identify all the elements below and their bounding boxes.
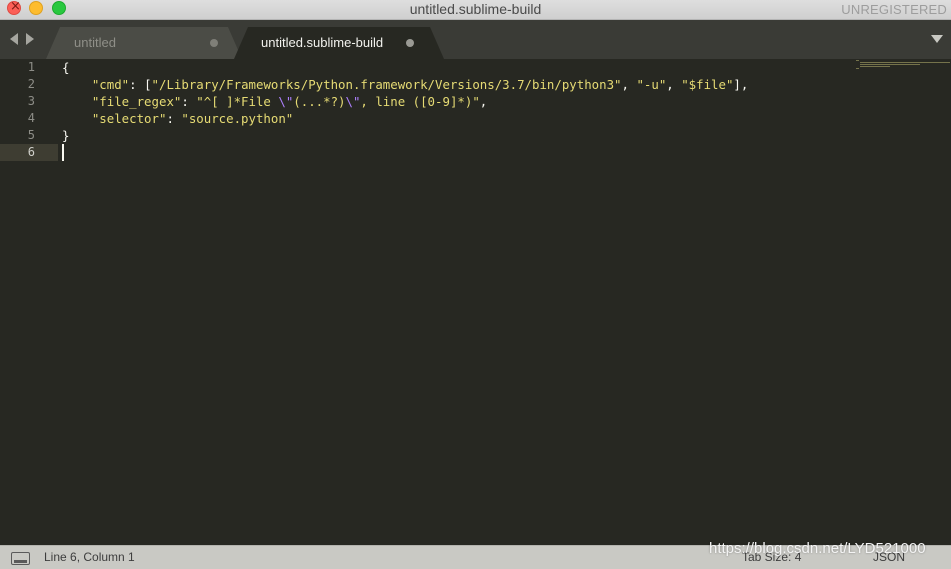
line-number: 5: [27, 128, 35, 142]
json-string: "source.python": [181, 111, 294, 126]
line-number: 3: [27, 94, 35, 108]
punctuation: ,: [479, 94, 488, 109]
tab-list-dropdown-icon[interactable]: [931, 35, 943, 43]
unsaved-dot-icon[interactable]: [406, 39, 414, 47]
code-line-4: "selector": "source.python": [62, 110, 293, 127]
json-string: "/Library/Frameworks/Python.framework/Ve…: [151, 77, 622, 92]
code-line-1: {: [62, 59, 69, 76]
punctuation: ,: [666, 77, 682, 92]
json-string: "$file": [681, 77, 734, 92]
tab-untitled[interactable]: untitled: [46, 27, 242, 59]
punctuation: :: [181, 94, 197, 109]
punctuation: :: [166, 111, 182, 126]
json-key-file-regex: "file_regex": [91, 94, 182, 109]
line-number: 4: [27, 111, 35, 125]
window-title: untitled.sublime-build: [409, 1, 542, 17]
json-key-selector: "selector": [91, 111, 167, 126]
json-string: , line ([0-9]*)": [360, 94, 480, 109]
show-panel-icon[interactable]: [11, 552, 30, 565]
code-line-5: }: [62, 127, 69, 144]
previous-tab-arrow-icon[interactable]: [10, 33, 18, 45]
minimap-line: [860, 66, 890, 67]
title-bar: untitled.sublime-build UNREGISTERED: [0, 0, 951, 20]
escape-sequence: \": [278, 94, 294, 109]
code-editor[interactable]: 1 2 3 4 5 6 { "cmd": ["/Library/Framewor…: [0, 59, 951, 545]
cursor-position: Line 6, Column 1: [44, 550, 135, 564]
unsaved-dot-icon[interactable]: [210, 39, 218, 47]
tab-untitled-sublime-build[interactable]: untitled.sublime-build: [234, 27, 444, 59]
json-string: "^[ ]*File: [196, 94, 279, 109]
punctuation: : [: [129, 77, 152, 92]
line-number: 2: [27, 77, 35, 91]
line-number: 1: [27, 60, 35, 74]
license-status: UNREGISTERED: [841, 2, 947, 17]
text-cursor: [62, 144, 64, 161]
open-brace: {: [62, 60, 70, 75]
tab-label: untitled: [74, 35, 116, 50]
watermark-text: https://blog.csdn.net/LYD521000: [709, 540, 926, 557]
json-key-cmd: "cmd": [91, 77, 130, 92]
tab-label: untitled.sublime-build: [261, 35, 384, 50]
close-brace: }: [62, 128, 70, 143]
escape-sequence: \": [345, 94, 361, 109]
code-line-3: "file_regex": "^[ ]*File \"(...*?)\", li…: [62, 93, 487, 110]
next-tab-arrow-icon[interactable]: [26, 33, 34, 45]
line-number-current: 6: [27, 145, 35, 159]
punctuation: ,: [621, 77, 637, 92]
tab-bar: untitled untitled.sublime-build: [0, 20, 951, 59]
minimap[interactable]: [854, 59, 950, 71]
json-string: (...*?): [293, 94, 346, 109]
punctuation: ],: [733, 77, 749, 92]
json-string: "-u": [636, 77, 667, 92]
minimap-line: [860, 64, 920, 65]
code-line-2: "cmd": ["/Library/Frameworks/Python.fram…: [62, 76, 749, 93]
minimap-line: [860, 62, 950, 63]
minimap-line: [856, 68, 859, 69]
minimap-line: [856, 60, 859, 61]
